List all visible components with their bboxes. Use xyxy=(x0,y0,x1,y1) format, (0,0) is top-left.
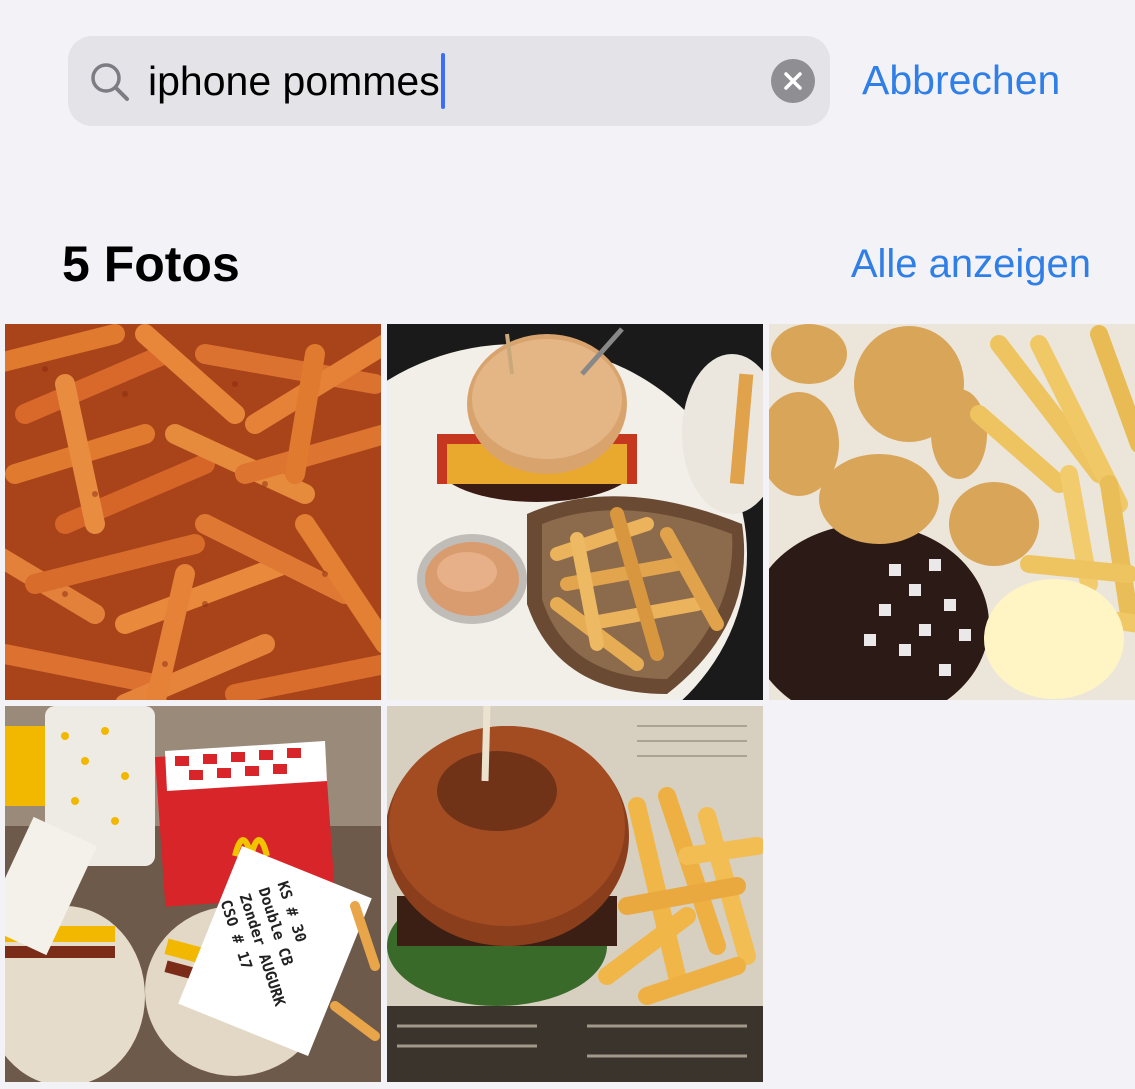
cancel-button[interactable]: Abbrechen xyxy=(862,52,1060,108)
photo-mcdonalds-meal: KS # 30 Double CB Zonder AUGURK CSO # 17 xyxy=(5,706,381,1082)
photo-thumbnail-3[interactable] xyxy=(769,324,1135,700)
photo-thumbnail-4[interactable]: KS # 30 Double CB Zonder AUGURK CSO # 17 xyxy=(5,706,381,1082)
photo-burger-basket xyxy=(387,706,763,1082)
results-count-title: 5 Fotos xyxy=(62,236,240,292)
clear-search-button[interactable] xyxy=(771,59,815,103)
photos-search-screen: iphone pommes Abbrechen 5 Fotos Alle anz… xyxy=(0,0,1135,1089)
photo-thumbnail-5[interactable] xyxy=(387,706,763,1082)
photo-burger-dip xyxy=(387,324,763,700)
photo-thumbnail-2[interactable] xyxy=(387,324,763,700)
photo-thumbnail-1[interactable] xyxy=(5,324,381,700)
search-input[interactable]: iphone pommes xyxy=(148,36,445,126)
photo-fries xyxy=(5,324,381,700)
photo-nuggets xyxy=(769,324,1135,700)
see-all-link[interactable]: Alle anzeigen xyxy=(851,236,1091,292)
search-icon xyxy=(88,60,132,104)
search-field[interactable]: iphone pommes xyxy=(68,36,830,126)
text-caret xyxy=(440,53,445,110)
search-query-text: iphone pommes xyxy=(148,58,440,104)
clear-circle-icon xyxy=(784,72,802,90)
